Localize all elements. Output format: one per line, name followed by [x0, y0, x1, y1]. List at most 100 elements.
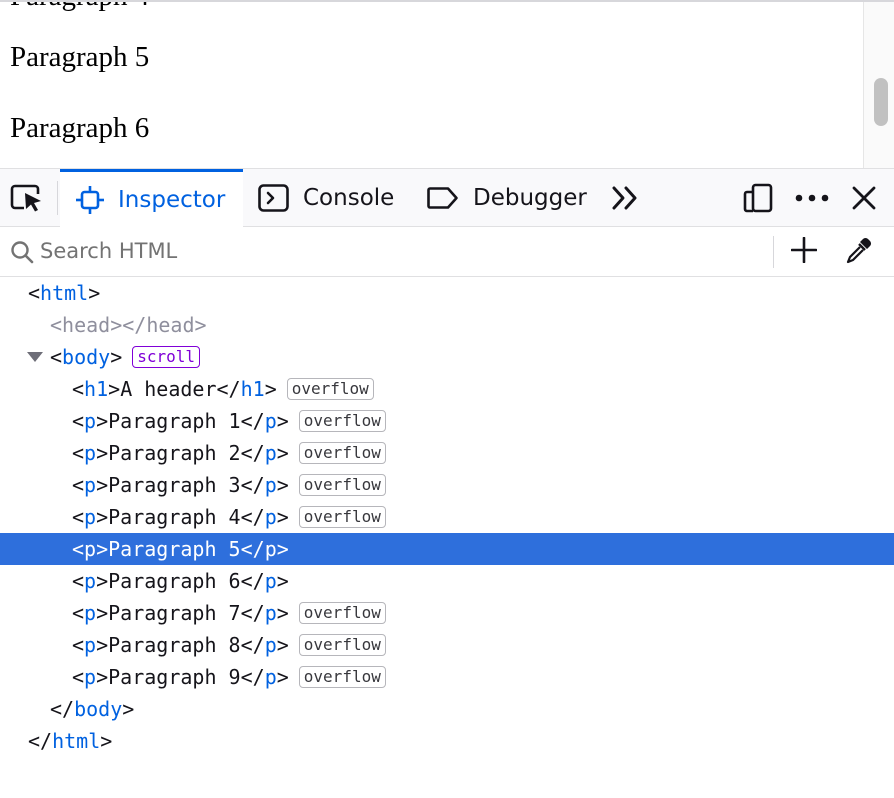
overflow-badge[interactable]: overflow	[298, 665, 386, 688]
tag-name: head	[146, 313, 195, 337]
toolbar-separator	[57, 181, 58, 215]
node-p-2[interactable]: <p>Paragraph 2</p> overflow	[0, 437, 894, 469]
tag-name: p	[264, 633, 277, 657]
tab-debugger[interactable]: Debugger	[427, 169, 587, 227]
node-p-1[interactable]: <p>Paragraph 1</p> overflow	[0, 405, 894, 437]
tag-bracket: <	[72, 441, 85, 465]
overflow-badge[interactable]: overflow	[298, 473, 386, 496]
tag-name: head	[62, 313, 111, 337]
tag-bracket: >	[96, 537, 109, 561]
overflow-badge[interactable]: overflow	[298, 409, 386, 432]
node-html-open[interactable]: <html>	[0, 277, 894, 309]
tag-name: p	[84, 665, 97, 689]
node-text: Paragraph 3	[108, 473, 241, 497]
search-input[interactable]	[40, 235, 760, 267]
node-body-open[interactable]: <body> scroll	[0, 341, 894, 373]
tag-bracket: </	[240, 409, 265, 433]
overflow-badge[interactable]: overflow	[286, 377, 374, 400]
responsive-design-icon	[743, 183, 773, 213]
tag-bracket: >	[108, 377, 121, 401]
node-body-close[interactable]: </body>	[0, 693, 894, 725]
viewport-scrollbar-thumb[interactable]	[874, 78, 888, 126]
tag-bracket: >	[276, 633, 289, 657]
search-icon	[10, 240, 34, 268]
tag-bracket: </	[216, 377, 241, 401]
add-node-button[interactable]	[788, 236, 820, 268]
tag-bracket: </	[240, 537, 265, 561]
tag-bracket: <	[28, 281, 41, 305]
tag-bracket: </	[50, 697, 75, 721]
tag-bracket: >	[96, 665, 109, 689]
overflow-badge[interactable]: overflow	[298, 441, 386, 464]
tag-bracket: >	[276, 601, 289, 625]
eyedropper-button[interactable]	[843, 236, 875, 268]
node-p-9[interactable]: <p>Paragraph 9</p> overflow	[0, 661, 894, 693]
node-p-5[interactable]: <p>Paragraph 5</p>	[0, 533, 894, 565]
node-p-8[interactable]: <p>Paragraph 8</p> overflow	[0, 629, 894, 661]
tab-console[interactable]: Console	[258, 169, 394, 227]
tag-bracket: </	[28, 729, 53, 753]
node-text: Paragraph 4	[108, 505, 241, 529]
tag-bracket: </	[240, 569, 265, 593]
tag-bracket: >	[276, 537, 289, 561]
node-text: Paragraph 7	[108, 601, 241, 625]
node-text: Paragraph 1	[108, 409, 241, 433]
tag-bracket: >	[110, 345, 123, 369]
overflow-badge[interactable]: overflow	[298, 601, 386, 624]
tag-name: p	[84, 601, 97, 625]
tag-bracket: >	[264, 377, 277, 401]
overflow-badge[interactable]: overflow	[298, 633, 386, 656]
tag-bracket: >	[96, 409, 109, 433]
tag-name: p	[264, 537, 277, 561]
tag-name: p	[264, 473, 277, 497]
viewport-paragraph-5: Paragraph 5	[10, 41, 150, 73]
close-toolbox-button[interactable]	[848, 169, 880, 227]
tag-name: p	[264, 569, 277, 593]
tag-name: body	[74, 697, 123, 721]
tag-name: p	[264, 441, 277, 465]
tag-name: p	[84, 537, 97, 561]
node-p-7[interactable]: <p>Paragraph 7</p> overflow	[0, 597, 894, 629]
tag-bracket: <	[50, 313, 63, 337]
tag-bracket: <	[72, 473, 85, 497]
collapse-triangle-icon[interactable]	[27, 352, 43, 362]
inspector-icon	[74, 184, 118, 216]
node-text: Paragraph 6	[108, 569, 241, 593]
tag-bracket: <	[72, 537, 85, 561]
responsive-design-button[interactable]	[742, 169, 774, 227]
tag-name: p	[264, 409, 277, 433]
tag-bracket: </	[240, 601, 265, 625]
tag-bracket: <	[72, 601, 85, 625]
node-p-4[interactable]: <p>Paragraph 4</p> overflow	[0, 501, 894, 533]
tab-debugger-label: Debugger	[473, 185, 587, 211]
tag-bracket: >	[88, 281, 101, 305]
node-html-close[interactable]: </html>	[0, 725, 894, 757]
tag-bracket: >	[276, 409, 289, 433]
more-tools-button[interactable]	[610, 169, 642, 227]
node-head[interactable]: <head></head>	[0, 309, 894, 341]
eyedropper-icon	[845, 236, 873, 268]
node-p-3[interactable]: <p>Paragraph 3</p> overflow	[0, 469, 894, 501]
tag-bracket: >	[96, 569, 109, 593]
tag-bracket: >	[96, 601, 109, 625]
tag-name: p	[264, 601, 277, 625]
scroll-badge[interactable]: scroll	[132, 345, 201, 368]
viewport-scrollbar[interactable]	[863, 2, 894, 168]
toolbox-menu-button[interactable]	[795, 169, 829, 227]
element-picker-icon	[10, 183, 44, 213]
tag-bracket: >	[96, 633, 109, 657]
tag-bracket: >	[194, 313, 207, 337]
devtools-toolbar: Inspector Console Debugger	[0, 168, 894, 227]
search-separator	[773, 236, 774, 268]
page-viewport: Paragraph 4 Paragraph 5 Paragraph 6	[0, 0, 894, 168]
element-picker-button[interactable]	[8, 169, 46, 227]
tab-inspector[interactable]: Inspector	[60, 169, 243, 227]
tag-bracket: <	[50, 345, 63, 369]
close-icon	[852, 186, 876, 210]
node-p-6[interactable]: <p>Paragraph 6</p>	[0, 565, 894, 597]
console-icon	[258, 184, 303, 212]
tag-bracket: >	[100, 729, 113, 753]
tag-name: p	[264, 665, 277, 689]
overflow-badge[interactable]: overflow	[298, 505, 386, 528]
node-h1[interactable]: <h1>A header</h1> overflow	[0, 373, 894, 405]
